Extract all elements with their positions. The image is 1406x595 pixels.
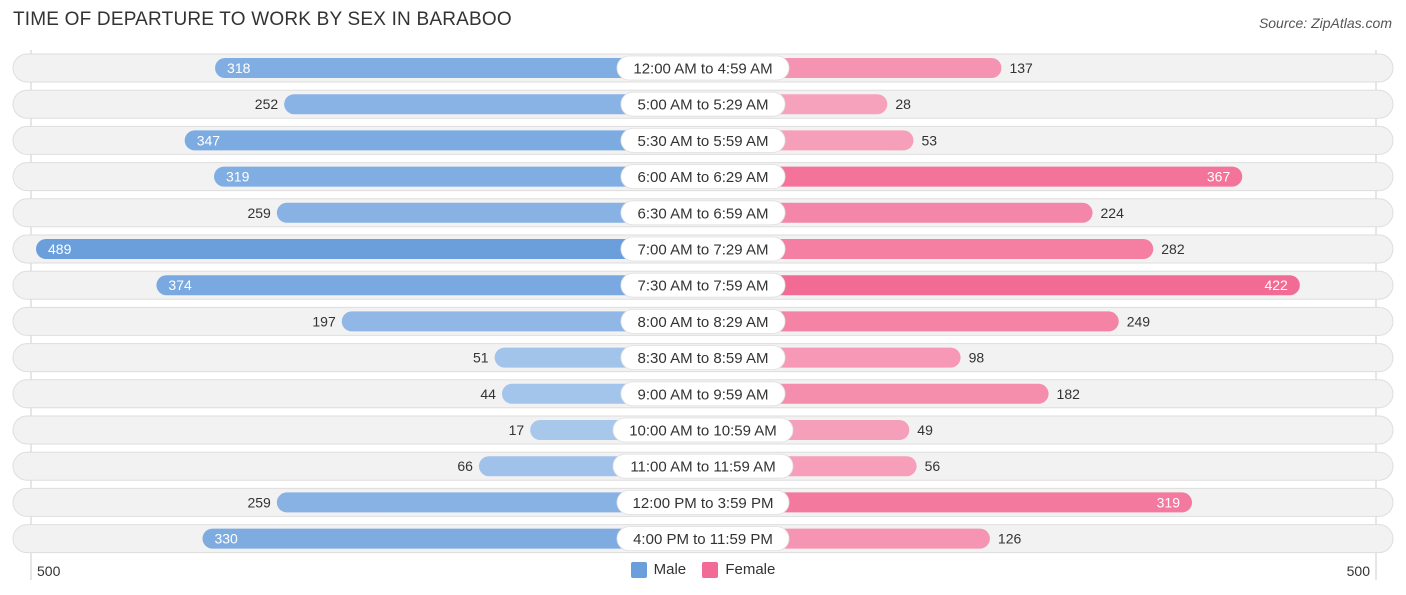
male-value-label: 259: [247, 205, 271, 221]
male-value-label: 347: [197, 132, 221, 148]
male-value-label: 66: [457, 458, 473, 474]
male-value-label: 330: [214, 531, 238, 547]
female-value-label: 319: [1157, 494, 1181, 510]
female-value-label: 422: [1264, 277, 1288, 293]
male-value-label: 51: [473, 350, 489, 366]
legend-swatch-male: [630, 561, 647, 578]
female-value-label: 367: [1207, 169, 1231, 185]
female-value-label: 224: [1101, 205, 1125, 221]
category-label: 6:30 AM to 6:59 AM: [638, 205, 769, 222]
category-label: 4:00 PM to 11:59 PM: [633, 531, 773, 548]
female-value-label: 98: [969, 350, 985, 366]
female-value-label: 56: [925, 458, 941, 474]
legend-label-female: Female: [725, 561, 776, 578]
male-value-label: 259: [247, 494, 271, 510]
category-label: 8:00 AM to 8:29 AM: [638, 314, 769, 331]
male-value-label: 197: [312, 313, 336, 329]
female-value-label: 28: [895, 96, 911, 112]
legend-label-male: Male: [653, 561, 687, 578]
category-label: 9:00 AM to 9:59 AM: [638, 386, 769, 403]
female-value-label: 182: [1057, 386, 1081, 402]
category-label: 7:30 AM to 7:59 AM: [638, 278, 769, 295]
legend: Male Female: [0, 561, 1406, 582]
category-label: 8:30 AM to 8:59 AM: [638, 350, 769, 367]
female-value-label: 282: [1161, 241, 1185, 257]
female-value-label: 49: [917, 422, 933, 438]
category-label: 6:00 AM to 6:29 AM: [638, 169, 769, 186]
male-bar: [36, 239, 704, 259]
legend-item-male[interactable]: Male: [630, 561, 687, 578]
category-label: 12:00 AM to 4:59 AM: [633, 61, 772, 78]
category-label: 10:00 AM to 10:59 AM: [629, 423, 777, 440]
category-label: 7:00 AM to 7:29 AM: [638, 242, 769, 259]
male-value-label: 318: [227, 60, 251, 76]
male-value-label: 489: [48, 241, 72, 257]
male-value-label: 319: [226, 169, 250, 185]
category-label: 5:30 AM to 5:59 AM: [638, 133, 769, 150]
male-value-label: 252: [255, 96, 279, 112]
category-label: 12:00 PM to 3:59 PM: [633, 495, 774, 512]
legend-item-female[interactable]: Female: [702, 561, 775, 578]
female-bar: [703, 275, 1300, 296]
category-label: 11:00 AM to 11:59 AM: [630, 459, 775, 476]
female-value-label: 249: [1127, 313, 1151, 329]
male-value-label: 44: [480, 386, 496, 402]
male-value-label: 374: [168, 277, 192, 293]
legend-swatch-female: [702, 561, 719, 578]
female-value-label: 53: [921, 132, 937, 148]
chart-svg: 12:00 AM to 4:59 AM 318 137 5:00 AM to 5:29…: [12, 50, 1394, 580]
female-value-label: 126: [998, 531, 1022, 547]
male-value-label: 17: [509, 422, 525, 438]
female-value-label: 137: [1009, 60, 1033, 76]
chart-container: TIME OF DEPARTURE TO WORK BY SEX IN BARA…: [0, 0, 1406, 595]
category-label: 5:00 AM to 5:29 AM: [638, 97, 769, 114]
